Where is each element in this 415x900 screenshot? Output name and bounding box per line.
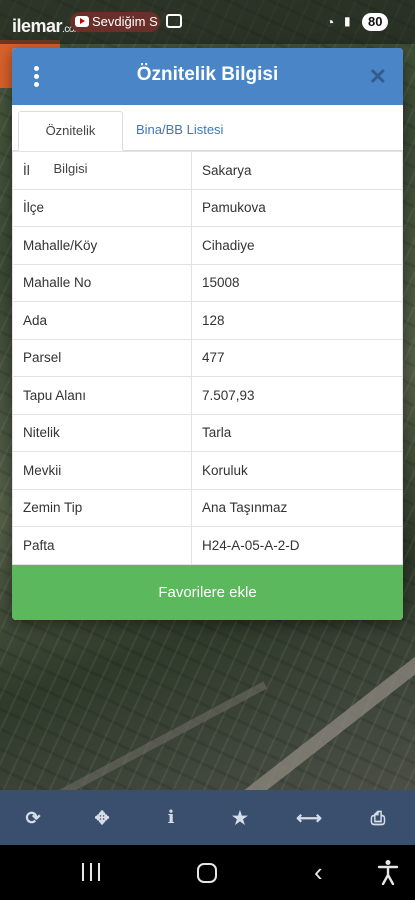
row-value: 15008	[191, 263, 403, 302]
row-key: Parsel	[12, 338, 192, 377]
table-row: Mahalle No 15008	[12, 263, 403, 302]
row-value: Koruluk	[191, 451, 403, 490]
table-row: Nitelik Tarla	[12, 413, 403, 452]
table-row: Ada 128	[12, 301, 403, 340]
accessibility-icon[interactable]	[376, 859, 400, 885]
battery-indicator: 80	[362, 13, 389, 31]
youtube-icon	[75, 16, 89, 27]
row-key: Mahalle/Köy	[12, 226, 192, 265]
row-key: Zemin Tip	[12, 488, 192, 527]
table-row: Parsel 477	[12, 338, 403, 377]
back-icon[interactable]: ‹	[314, 859, 323, 885]
table-row: Mevkii Koruluk	[12, 451, 403, 490]
table-row: Tapu Alanı 7.507,93	[12, 376, 403, 415]
row-key: Ada	[12, 301, 192, 340]
table-row: İlçe Pamukova	[12, 188, 403, 227]
row-key: Mevkii	[12, 451, 192, 490]
refresh-icon[interactable]: ⟳	[18, 805, 48, 831]
row-value: Sakarya	[191, 151, 403, 190]
media-notification-pill[interactable]: Sevdiğim S	[70, 12, 160, 32]
dialog-title: Öznitelik Bilgisi	[136, 64, 279, 85]
row-value: H24-A-05-A-2-D	[191, 526, 403, 565]
row-value: 128	[191, 301, 403, 340]
wifi-icon: ◔	[326, 14, 335, 30]
row-value: 477	[191, 338, 403, 377]
map-toolbar: ⟳ ✥ i ★ ⟷ ⎙	[0, 790, 415, 845]
table-row: Mahalle/Köy Cihadiye	[12, 226, 403, 265]
measure-icon[interactable]: ⟷	[294, 805, 324, 831]
row-value: Cihadiye	[191, 226, 403, 265]
home-icon[interactable]	[197, 863, 217, 883]
dialog-tabs: Öznitelik Bilgisi Bina/BB Listesi	[12, 105, 403, 176]
signal-icon: ▮	[344, 14, 351, 28]
row-key: Tapu Alanı	[12, 376, 192, 415]
table-row: Pafta H24-A-05-A-2-D	[12, 526, 403, 565]
recents-icon[interactable]	[82, 863, 100, 881]
print-icon[interactable]: ⎙	[363, 805, 393, 831]
add-to-favorites-button[interactable]: Favorilere ekle	[12, 565, 403, 620]
close-icon[interactable]: ✕	[369, 64, 387, 90]
attribute-table: İl Sakarya İlçe Pamukova Mahalle/Köy Cihadi…	[12, 151, 403, 565]
attribute-info-dialog: Öznitelik Bilgisi ✕ Öznitelik Bilgisi Bi…	[12, 48, 403, 620]
row-key: Mahalle No	[12, 263, 192, 302]
table-row: İl Sakarya	[12, 151, 403, 190]
row-key: Pafta	[12, 526, 192, 565]
table-row: Zemin Tip Ana Taşınmaz	[12, 488, 403, 527]
star-icon[interactable]: ★	[225, 805, 255, 831]
row-key: İlçe	[12, 188, 192, 227]
tab-building-list[interactable]: Bina/BB Listesi	[126, 111, 233, 151]
dialog-header: Öznitelik Bilgisi ✕	[12, 48, 403, 105]
row-value: Ana Taşınmaz	[191, 488, 403, 527]
info-icon[interactable]: i	[156, 805, 186, 831]
row-key: Nitelik	[12, 413, 192, 452]
row-value: 7.507,93	[191, 376, 403, 415]
media-title: Sevdiğim S	[92, 14, 158, 29]
row-key: İl	[12, 151, 192, 190]
screen-record-icon	[166, 14, 182, 28]
row-value: Tarla	[191, 413, 403, 452]
row-value: Pamukova	[191, 188, 403, 227]
system-nav-bar: ‹	[0, 845, 415, 900]
tab-attribute-info[interactable]: Öznitelik Bilgisi	[18, 111, 123, 176]
status-bar: ilemar.com Sevdiğim S ◔ ▮ 80	[0, 0, 415, 44]
crosshair-icon[interactable]: ✥	[87, 805, 117, 831]
